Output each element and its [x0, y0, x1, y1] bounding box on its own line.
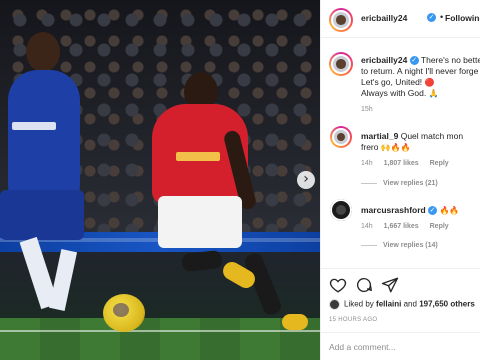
avatar[interactable] [329, 52, 353, 76]
liked-by-and: and [403, 299, 417, 309]
comment-body: frero [361, 142, 379, 152]
comment-text: frero 🙌🔥🔥 [361, 142, 411, 152]
pitch-grass [0, 318, 320, 360]
view-replies-button[interactable]: View replies (21) [383, 180, 438, 187]
view-replies-button[interactable]: View replies (14) [383, 242, 438, 249]
comment-text: marcusrashford ✓ 🔥🔥 [361, 205, 460, 216]
post-photo[interactable]: › [0, 0, 320, 360]
comment-icon[interactable] [355, 276, 373, 294]
chevron-right-icon[interactable]: › [297, 171, 315, 189]
opponent-player-head [26, 32, 60, 72]
post-author-username[interactable]: ericbailly24 [361, 13, 407, 23]
caption-username[interactable]: ericbailly24 [361, 55, 407, 65]
liked-by-prefix: Liked by [344, 299, 374, 309]
comment-emoji: 🔥🔥 [439, 206, 460, 215]
avatar[interactable] [330, 199, 352, 221]
opponent-shirt-sponsor [12, 122, 56, 130]
avatar[interactable] [330, 126, 352, 148]
liked-by-user[interactable]: fellaini [376, 300, 401, 309]
comment-likes[interactable]: 1,807 likes [384, 160, 419, 167]
comment-emoji: 🙌🔥🔥 [380, 143, 411, 152]
caption-line-4: Always with God. [361, 88, 427, 98]
add-comment-input[interactable] [329, 339, 469, 355]
main-player-boot [282, 314, 308, 330]
comment-body: Quel match mon [400, 131, 464, 141]
reply-button[interactable]: Reply [430, 223, 449, 230]
comment-text: martial_9 Quel match mon [361, 131, 463, 141]
comment-likes[interactable]: 1,667 likes [384, 223, 419, 230]
add-comment-bar [321, 332, 480, 360]
praying-hands-icon: 🙏 [428, 89, 439, 98]
verified-badge-icon: ✓ [409, 56, 419, 66]
verified-badge-icon: ✓ [428, 206, 438, 216]
avatar[interactable] [329, 8, 353, 32]
comment-username[interactable]: marcusrashford [361, 205, 426, 215]
caption-line-1: There's no better [420, 55, 480, 65]
comment-time: 14h [361, 160, 373, 167]
post-header: ericbailly24 ✓ • Following [321, 0, 480, 38]
liked-by-line: Liked by fellaini and 197,650 others [329, 299, 475, 310]
likes-count[interactable]: 197,650 others [419, 300, 475, 309]
separator-dot: • [440, 12, 444, 22]
opponent-player-shorts [0, 190, 84, 240]
opponent-player-shirt [8, 70, 80, 200]
reply-button[interactable]: Reply [430, 160, 449, 167]
comment-username[interactable]: martial_9 [361, 131, 398, 141]
pitch-line [0, 330, 320, 332]
caption-line-3: Let's go, United! [361, 77, 423, 87]
post-timestamp: 15 HOURS AGO [329, 317, 378, 323]
caption-time: 15h [361, 106, 373, 113]
post-side-panel: ericbailly24 ✓ • Following ericbailly24 … [320, 0, 480, 360]
caption-text: ericbailly24 ✓ There's no better to retu… [361, 55, 480, 99]
comment-time: 14h [361, 223, 373, 230]
comment-meta: 14h 1,667 likes Reply [361, 223, 458, 230]
liker-avatar[interactable] [329, 299, 340, 310]
following-button[interactable]: Following [445, 13, 480, 23]
caption-line-2: to return. A night I'll never forge [361, 66, 479, 76]
heart-icon[interactable] [329, 276, 347, 294]
main-shirt-sponsor [176, 152, 220, 161]
verified-badge-icon: ✓ [427, 13, 436, 22]
comment-meta: 14h 1,807 likes Reply [361, 160, 458, 167]
red-circle-icon: 🔴 [424, 78, 435, 87]
main-player-shorts [158, 196, 242, 248]
football [103, 294, 145, 332]
share-icon[interactable] [381, 276, 399, 294]
